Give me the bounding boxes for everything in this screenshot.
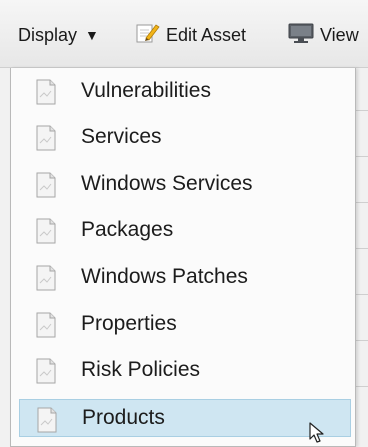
mouse-cursor-icon bbox=[309, 422, 324, 443]
menu-item-label: Windows Patches bbox=[81, 265, 248, 288]
menu-item-products[interactable]: Products bbox=[19, 399, 351, 437]
menu-item-risk-policies[interactable]: Risk Policies bbox=[19, 351, 351, 389]
menu-item-properties[interactable]: Properties bbox=[19, 305, 351, 343]
menu-item-label: Services bbox=[81, 125, 162, 148]
menu-item-label: Packages bbox=[81, 218, 174, 241]
view-label: View bbox=[320, 24, 359, 45]
menu-item-label: Risk Policies bbox=[81, 358, 201, 381]
document-icon bbox=[36, 358, 56, 384]
dropdown-arrow-icon: ▼ bbox=[85, 27, 99, 43]
display-label: Display bbox=[18, 24, 78, 45]
menu-item-label: Windows Services bbox=[81, 172, 253, 195]
edit-asset-label: Edit Asset bbox=[166, 24, 247, 45]
edit-asset-button[interactable]: Edit Asset bbox=[136, 22, 246, 48]
document-icon bbox=[36, 218, 56, 244]
menu-item-windows-services[interactable]: Windows Services bbox=[19, 165, 351, 203]
menu-item-label: Properties bbox=[81, 312, 177, 335]
display-menu-button[interactable]: Display ▼ bbox=[18, 22, 99, 48]
document-icon bbox=[37, 407, 57, 433]
monitor-icon bbox=[288, 22, 314, 49]
view-button[interactable]: View bbox=[288, 22, 359, 48]
menu-item-label: Vulnerabilities bbox=[81, 79, 211, 102]
menu-item-packages[interactable]: Packages bbox=[19, 211, 351, 249]
document-icon bbox=[36, 172, 56, 198]
document-icon bbox=[36, 312, 56, 338]
display-dropdown-menu: Vulnerabilities Services Windows Service… bbox=[10, 68, 356, 447]
menu-item-label: Products bbox=[82, 406, 165, 429]
menu-item-services[interactable]: Services bbox=[19, 118, 351, 156]
document-icon bbox=[36, 265, 56, 291]
document-icon bbox=[36, 125, 56, 151]
menu-item-vulnerabilities[interactable]: Vulnerabilities bbox=[19, 72, 351, 110]
asset-toolbar: Display ▼ Edit Asset View bbox=[0, 0, 368, 68]
edit-pencil-icon bbox=[136, 22, 160, 49]
document-icon bbox=[36, 79, 56, 105]
menu-item-windows-patches[interactable]: Windows Patches bbox=[19, 258, 351, 296]
